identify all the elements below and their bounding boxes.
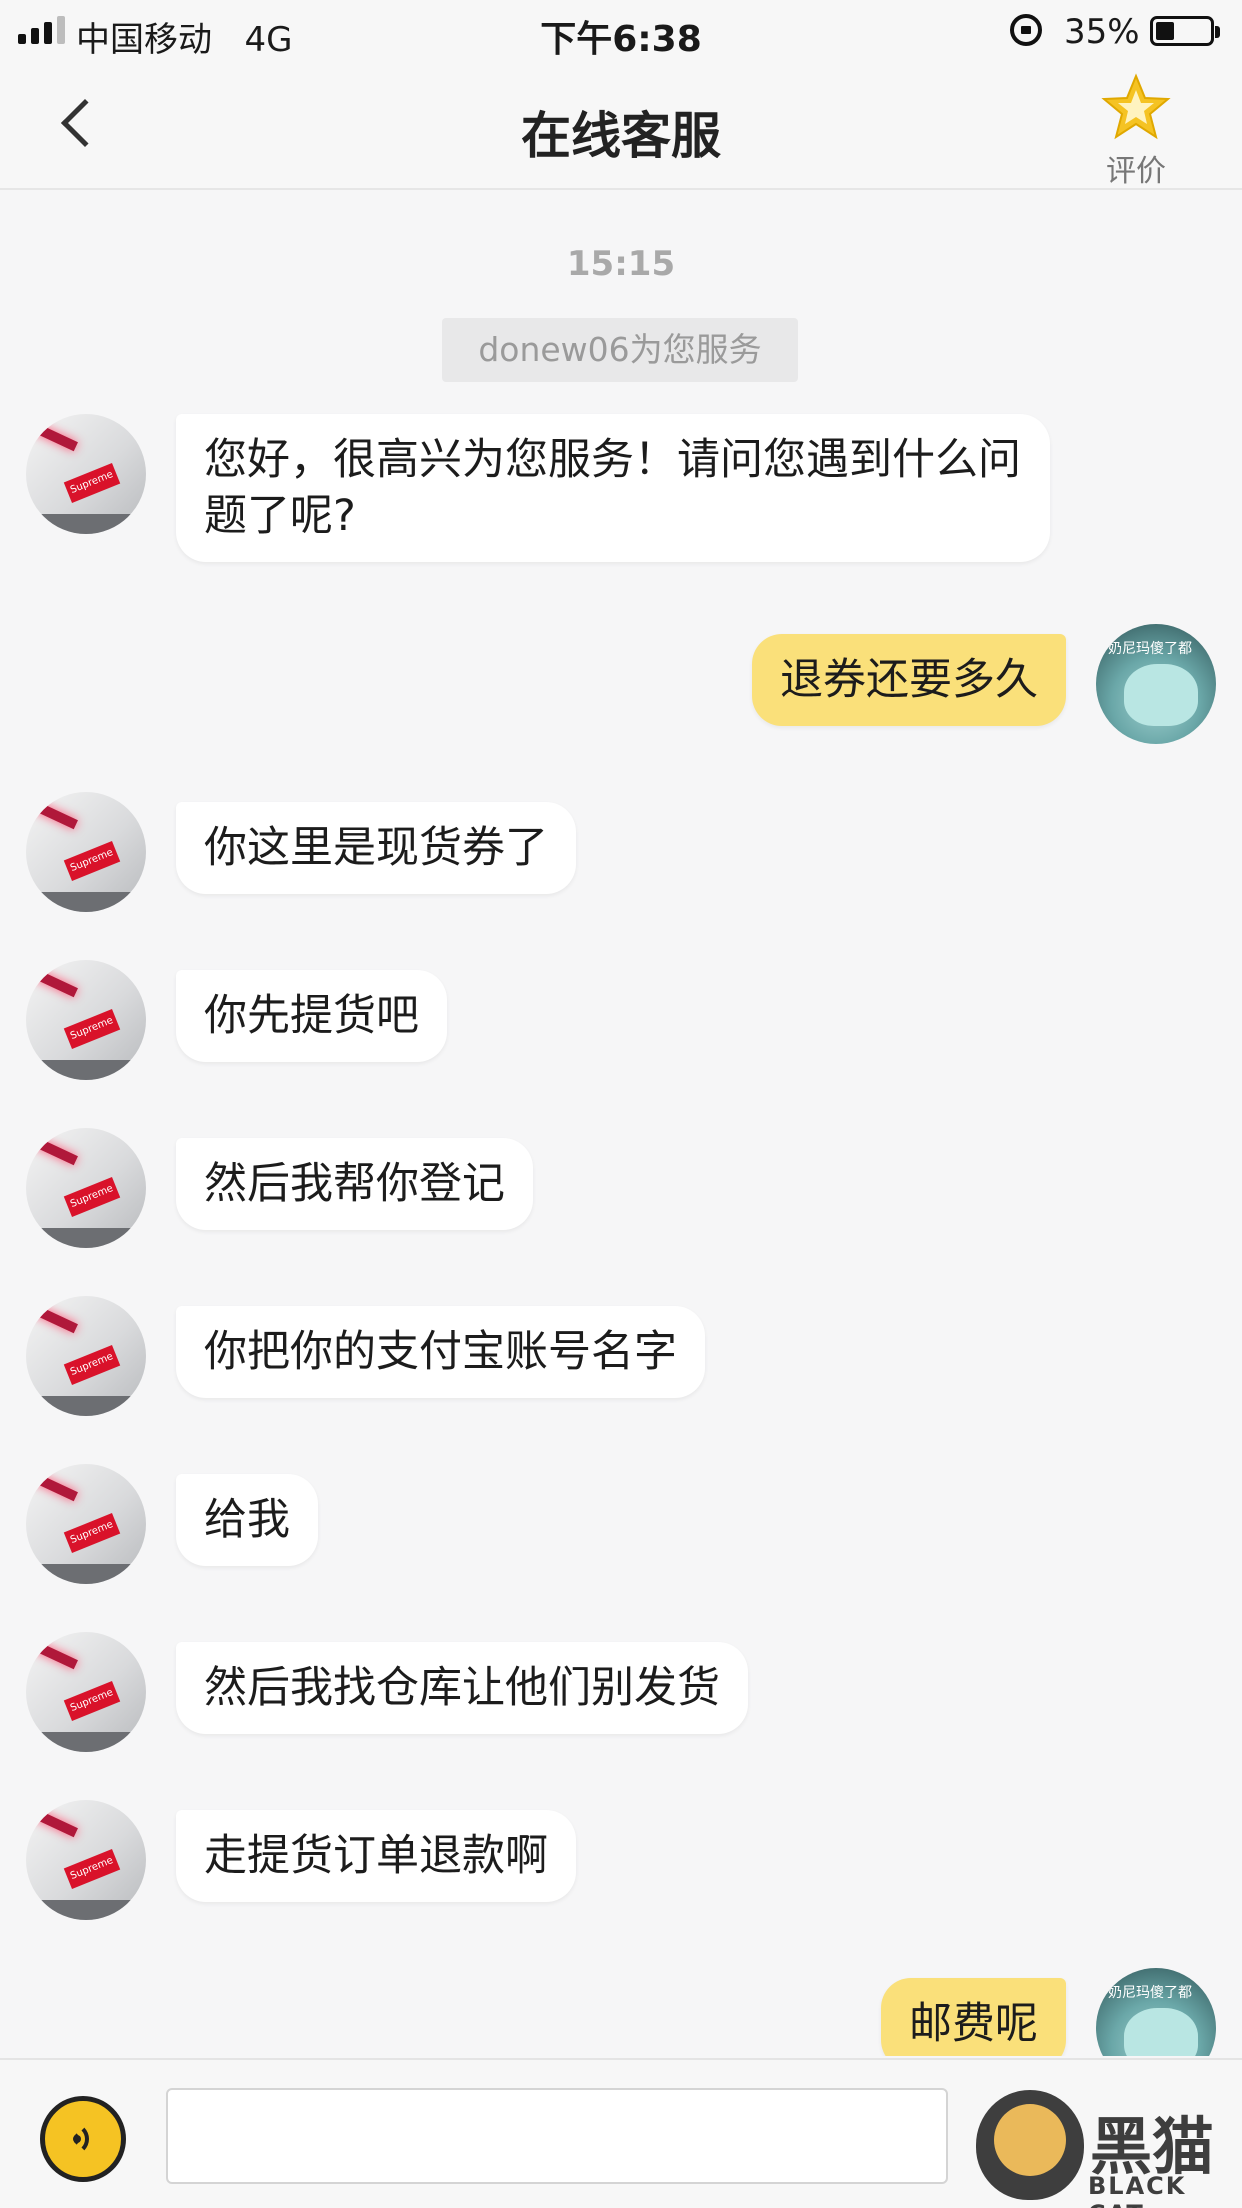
user-avatar[interactable]: 奶尼玛傻了都 — [1096, 624, 1216, 744]
avatar-logo: Supreme — [63, 1849, 121, 1889]
avatar-logo: Supreme — [63, 841, 121, 881]
agent-message-bubble[interactable]: 走提货订单退款啊 — [176, 1810, 576, 1902]
rate-label: 评价 — [1106, 154, 1166, 189]
agent-avatar[interactable]: Supreme — [26, 1296, 146, 1416]
agent-avatar[interactable]: Supreme — [26, 1800, 146, 1920]
orientation-lock-icon — [1010, 14, 1042, 46]
watermark-logo: 黑猫 BLACK CAT — [966, 2090, 1242, 2208]
agent-message-bubble[interactable]: 给我 — [176, 1474, 318, 1566]
user-avatar[interactable]: 奶尼玛傻了都 — [1096, 1968, 1216, 2056]
rate-button[interactable]: 评价 — [1090, 72, 1182, 189]
agent-avatar[interactable]: Supreme — [26, 960, 146, 1080]
cat-logo-icon — [976, 2090, 1084, 2200]
time-divider: 15:15 — [566, 244, 676, 284]
agent-avatar[interactable]: Supreme — [26, 1464, 146, 1584]
avatar-logo: Supreme — [63, 1681, 121, 1721]
agent-avatar[interactable]: Supreme — [26, 1632, 146, 1752]
battery-percent: 35% — [1064, 12, 1140, 52]
status-bar: 中国移动 4G 下午6:38 35% — [0, 0, 1242, 62]
avatar-logo: Supreme — [63, 1009, 121, 1049]
chat-area[interactable]: 15:15 donew06为您服务 Supreme 您好，很高兴为您服务！请问您遇… — [0, 192, 1242, 2056]
agent-message-bubble[interactable]: 您好，很高兴为您服务！请问您遇到什么问题了呢? — [176, 414, 1050, 562]
battery-icon — [1150, 16, 1220, 46]
avatar-caption: 奶尼玛傻了都 — [1108, 1985, 1192, 2001]
user-message-bubble[interactable]: 邮费呢 — [881, 1978, 1066, 2056]
avatar-logo: Supreme — [63, 1513, 121, 1553]
message-input[interactable] — [166, 2088, 948, 2184]
page-title: 在线客服 — [521, 107, 721, 165]
voice-button[interactable] — [40, 2096, 126, 2182]
agent-avatar[interactable]: Supreme — [26, 1128, 146, 1248]
avatar-logo: Supreme — [63, 1177, 121, 1217]
user-message-bubble[interactable]: 退券还要多久 — [752, 634, 1066, 726]
system-tip: donew06为您服务 — [442, 318, 798, 382]
nav-bar: 在线客服 评价 — [0, 62, 1242, 190]
agent-message-bubble[interactable]: 然后我找仓库让他们别发货 — [176, 1642, 748, 1734]
star-icon — [1101, 73, 1171, 140]
avatar-logo: Supreme — [63, 463, 121, 503]
avatar-caption: 奶尼玛傻了都 — [1108, 641, 1192, 657]
agent-message-bubble[interactable]: 然后我帮你登记 — [176, 1138, 533, 1230]
agent-avatar[interactable]: Supreme — [26, 414, 146, 534]
watermark-subtext: BLACK CAT — [1088, 2172, 1187, 2208]
agent-avatar[interactable]: Supreme — [26, 792, 146, 912]
agent-message-bubble[interactable]: 你这里是现货券了 — [176, 802, 576, 894]
agent-message-bubble[interactable]: 你先提货吧 — [176, 970, 447, 1062]
status-time: 下午6:38 — [540, 19, 702, 60]
agent-message-bubble[interactable]: 你把你的支付宝账号名字 — [176, 1306, 705, 1398]
avatar-logo: Supreme — [63, 1345, 121, 1385]
